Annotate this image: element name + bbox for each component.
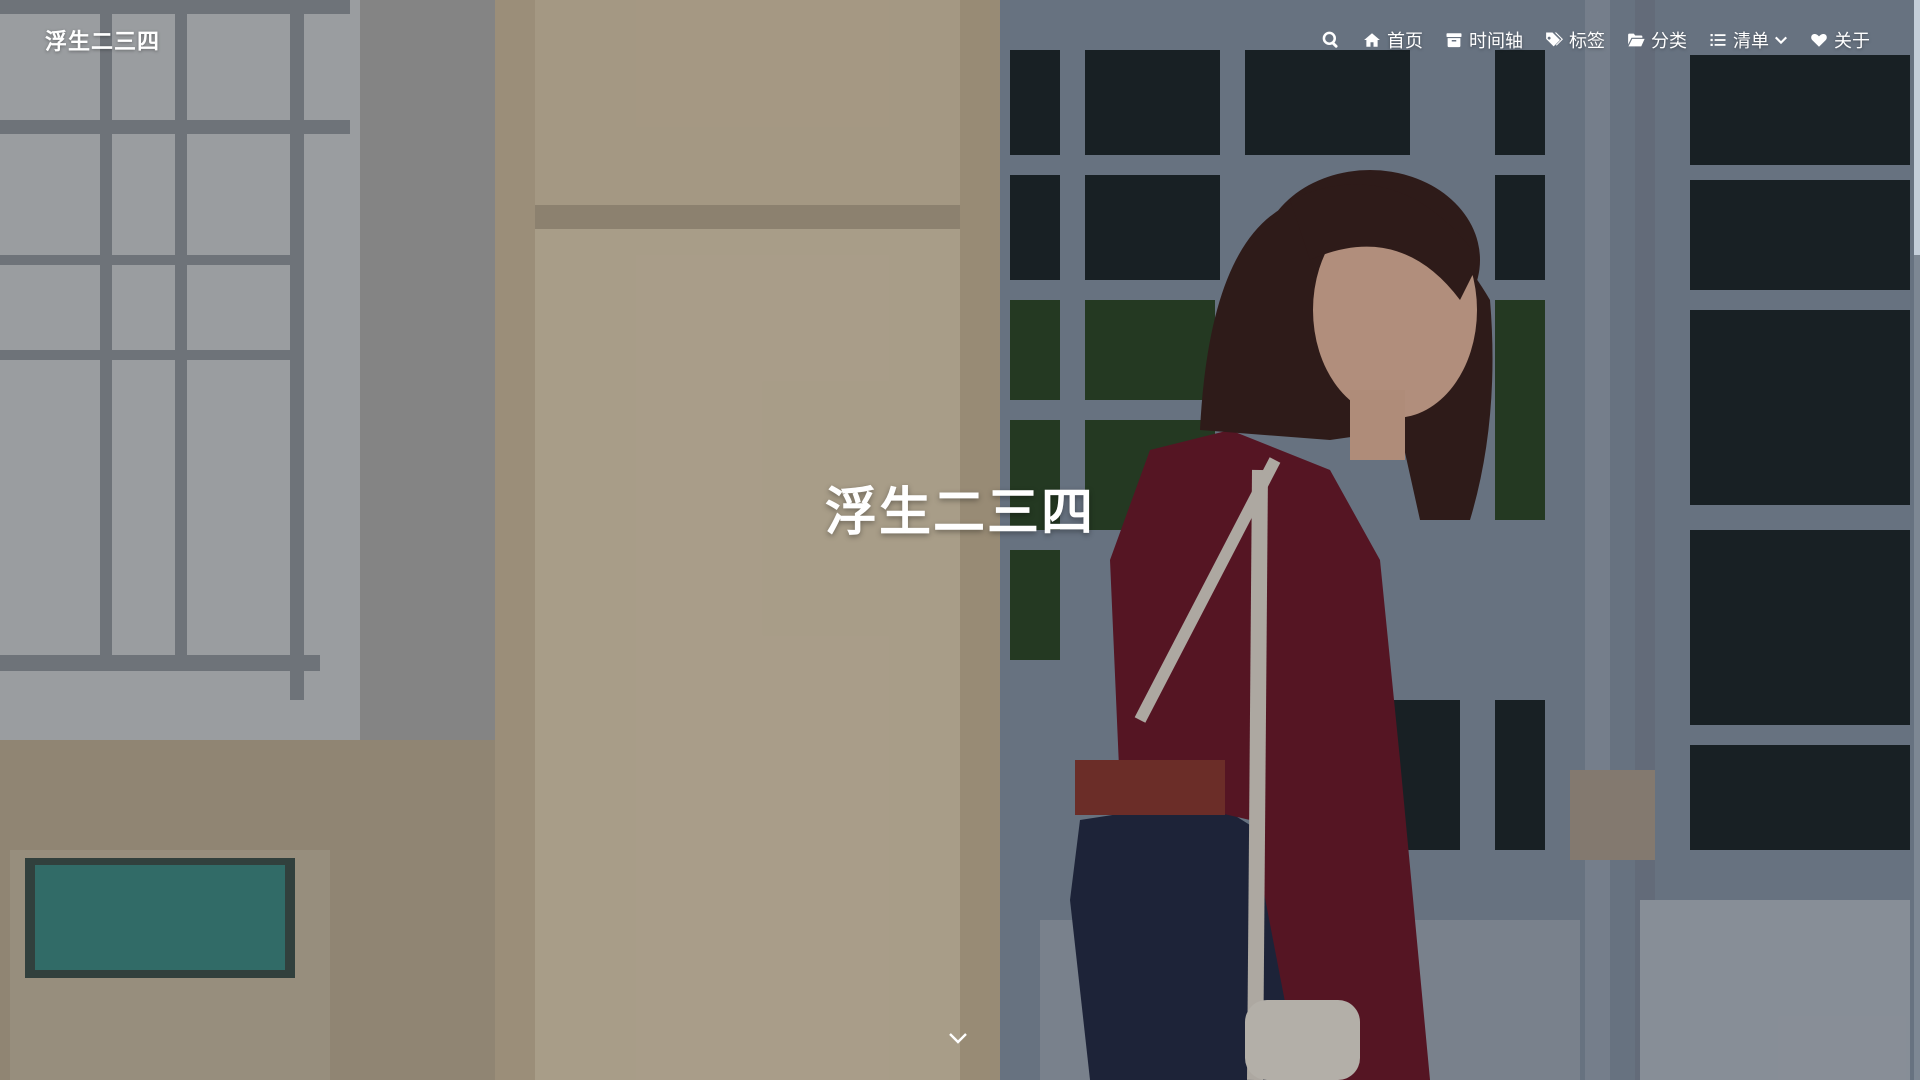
site-title: 浮生二三四	[824, 483, 1095, 543]
list-icon	[1710, 34, 1726, 46]
nav-item-about[interactable]: 关于	[1810, 27, 1870, 53]
scrollbar[interactable]	[1914, 0, 1920, 1080]
nav-item-label: 关于	[1834, 31, 1870, 52]
scroll-down-button[interactable]	[945, 1028, 971, 1048]
folder-open-icon	[1628, 33, 1645, 47]
navbar: 浮生二三四 首页 时间轴 标签 分类 清单 关于	[0, 0, 1920, 80]
nav-item-timeline[interactable]: 时间轴	[1445, 27, 1523, 53]
nav-item-label: 标签	[1569, 31, 1605, 52]
tags-icon	[1546, 32, 1563, 47]
home-icon	[1364, 33, 1380, 47]
nav-item-list-dropdown[interactable]: 清单	[1709, 27, 1788, 53]
nav-item-label: 清单	[1733, 31, 1769, 52]
site-name-link[interactable]: 浮生二三四	[45, 24, 160, 56]
archive-icon	[1446, 33, 1462, 48]
chevron-down-icon	[949, 1033, 967, 1044]
search-icon	[1322, 31, 1338, 48]
nav-item-label: 首页	[1387, 31, 1423, 52]
nav-menu: 首页 时间轴 标签 分类 清单 关于	[1299, 27, 1870, 53]
chevron-down-icon	[1775, 36, 1787, 45]
nav-item-label: 时间轴	[1469, 31, 1523, 52]
search-button[interactable]	[1321, 30, 1341, 50]
nav-item-label: 分类	[1651, 31, 1687, 52]
nav-item-home[interactable]: 首页	[1363, 27, 1423, 53]
scrollbar-thumb[interactable]	[1914, 0, 1920, 255]
heart-icon	[1811, 34, 1827, 47]
nav-item-tags[interactable]: 标签	[1545, 27, 1605, 53]
nav-item-categories[interactable]: 分类	[1627, 27, 1687, 53]
